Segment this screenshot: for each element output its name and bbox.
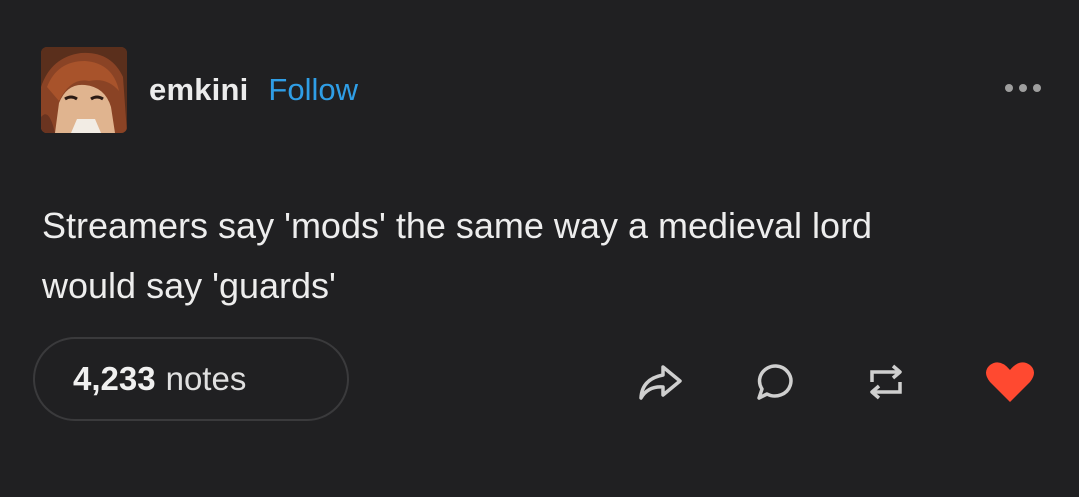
follow-button[interactable]: Follow [268,72,358,108]
post-text: Streamers say 'mods' the same way a medi… [42,205,873,306]
share-icon[interactable] [636,358,684,406]
menu-dot [1005,84,1013,92]
heart-icon[interactable] [984,358,1034,406]
notes-count: 4,233 [73,360,156,397]
post-header: emkini Follow [41,46,358,134]
more-options-icon[interactable] [1005,84,1041,92]
menu-dot [1033,84,1041,92]
post-card: emkini Follow Streamers say 'mods' the s… [0,0,1079,497]
notes-button[interactable]: 4,233 notes [33,337,349,421]
reply-icon[interactable] [752,358,800,406]
avatar[interactable] [41,47,127,133]
reblog-icon[interactable] [862,358,910,406]
username[interactable]: emkini [149,72,248,108]
menu-dot [1019,84,1027,92]
notes-label: notes [165,360,247,397]
